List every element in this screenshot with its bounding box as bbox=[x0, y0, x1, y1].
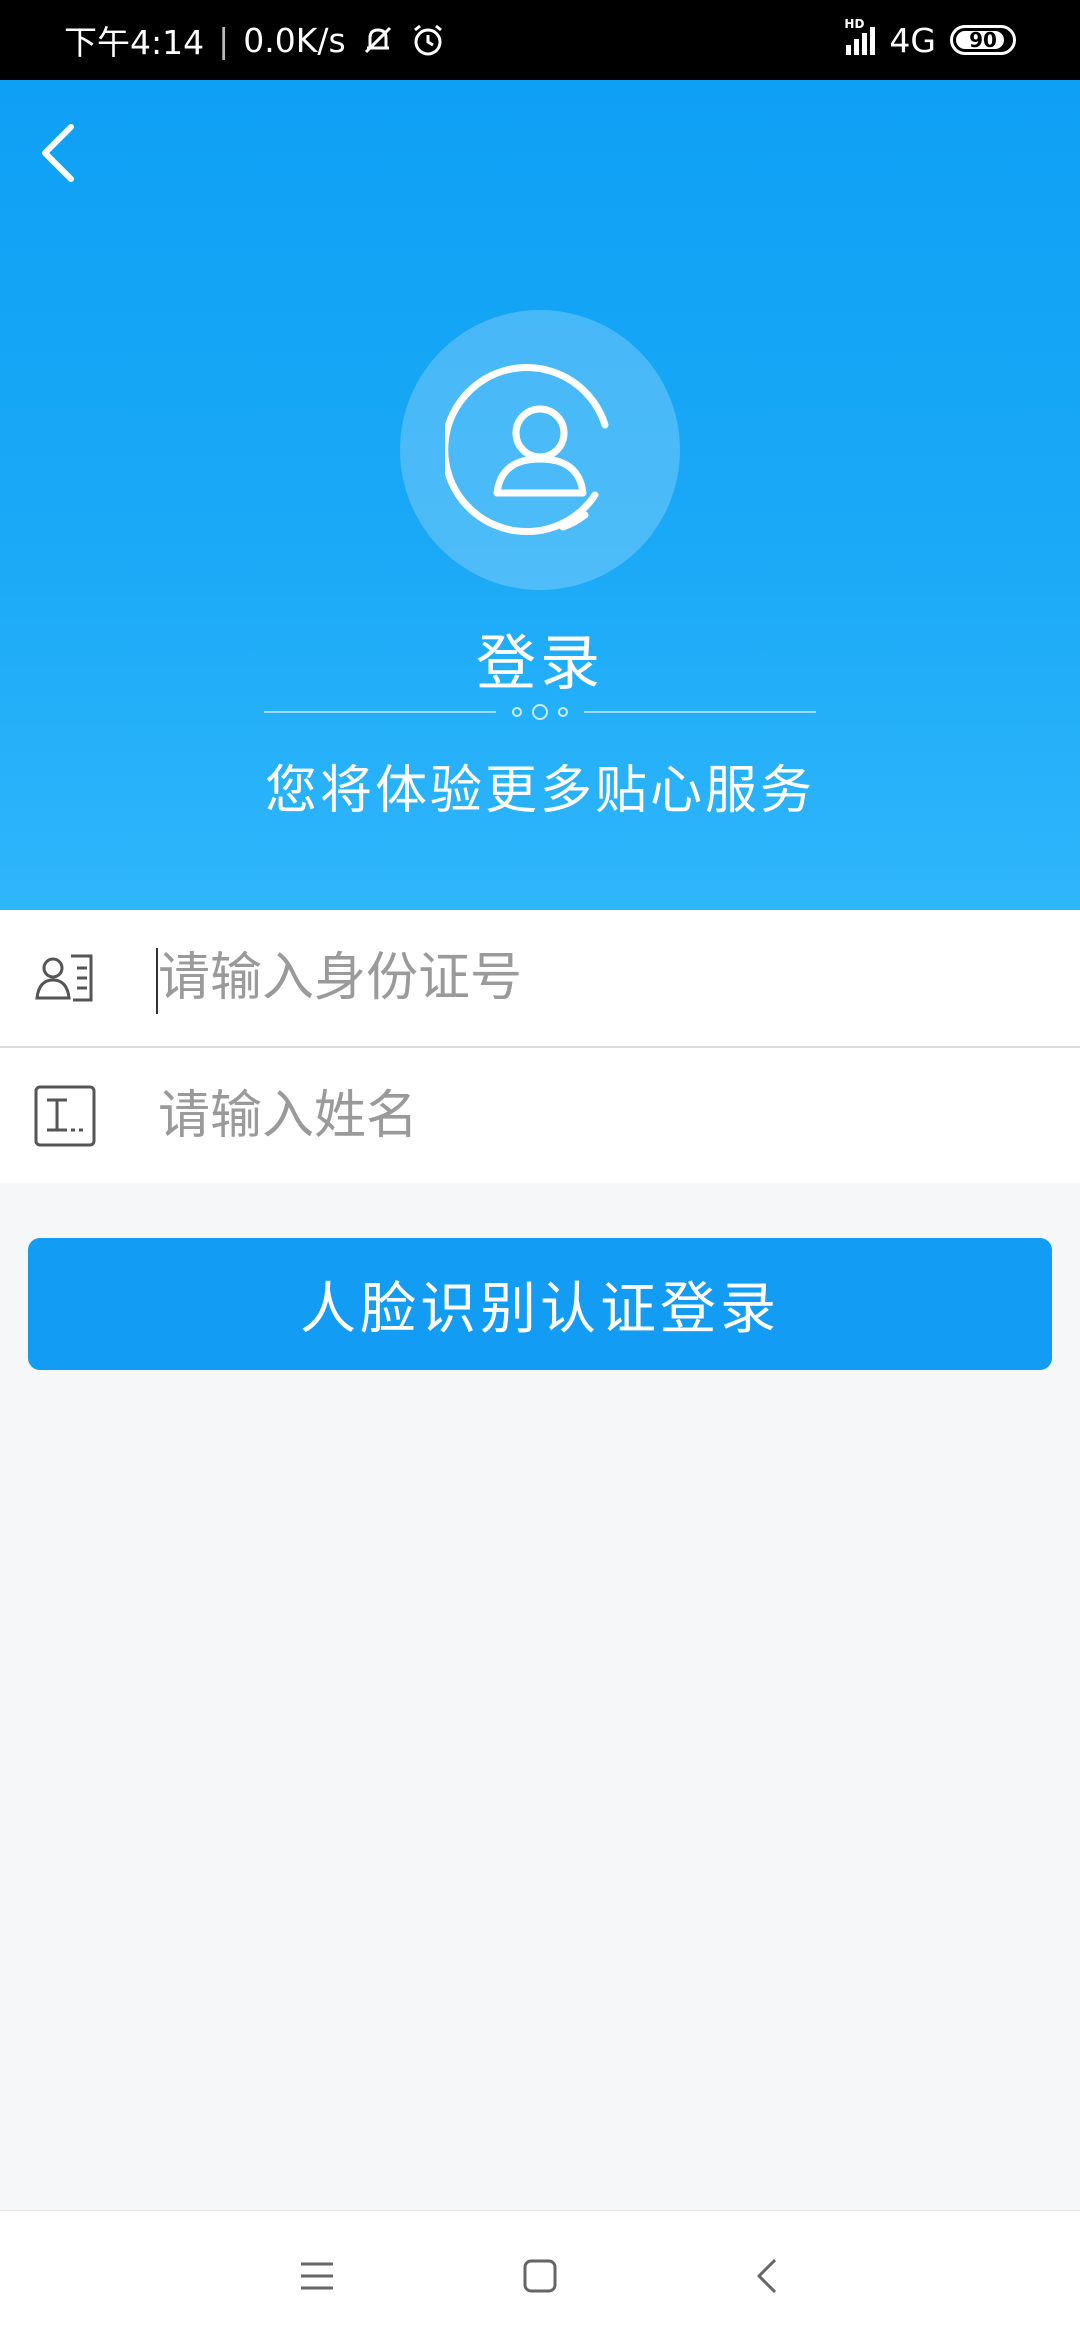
alarm-icon bbox=[410, 22, 446, 58]
status-bar-right: HD 4G 90 bbox=[844, 17, 1016, 60]
back-icon bbox=[757, 2258, 777, 2294]
face-recognition-login-button[interactable]: 人脸识别认证登录 bbox=[28, 1238, 1052, 1370]
battery-icon: 90 bbox=[950, 25, 1016, 55]
title-divider bbox=[264, 700, 816, 724]
battery-level: 90 bbox=[969, 28, 997, 52]
menu-button[interactable] bbox=[282, 2241, 352, 2311]
menu-icon bbox=[301, 2262, 333, 2290]
login-header: 登录 您将体验更多贴心服务 bbox=[0, 80, 1080, 910]
id-number-input[interactable] bbox=[158, 910, 1038, 1046]
page-title: 登录 bbox=[476, 629, 604, 699]
id-card-icon bbox=[32, 945, 98, 1011]
login-page: 下午4:14 | 0.0K/s HD 4G 90 登录 您将体验更多贴心服务 请… bbox=[0, 0, 1080, 2340]
name-card-icon bbox=[32, 1083, 98, 1149]
name-field bbox=[0, 1046, 1080, 1183]
system-back-button[interactable] bbox=[732, 2241, 802, 2311]
back-button[interactable] bbox=[22, 118, 92, 188]
network-speed: 0.0K/s bbox=[243, 20, 346, 60]
user-avatar-icon bbox=[445, 364, 609, 536]
status-separator: | bbox=[218, 20, 230, 60]
login-form bbox=[0, 910, 1080, 1183]
status-time: 下午4:14 bbox=[64, 23, 205, 62]
page-subtitle: 您将体验更多贴心服务 bbox=[264, 761, 815, 821]
text-cursor bbox=[156, 948, 158, 1014]
muted-bell-icon bbox=[360, 22, 396, 58]
back-arrow-icon bbox=[42, 124, 74, 182]
avatar bbox=[400, 310, 680, 590]
status-bar: 下午4:14 | 0.0K/s HD 4G 90 bbox=[0, 0, 1080, 80]
signal-icon: HD bbox=[844, 17, 876, 55]
system-nav-bar bbox=[0, 2210, 1080, 2340]
network-type: 4G bbox=[889, 20, 936, 60]
id-number-field bbox=[0, 910, 1080, 1046]
home-button[interactable] bbox=[505, 2241, 575, 2311]
home-icon bbox=[523, 2259, 557, 2293]
status-bar-left: 下午4:14 | 0.0K/s bbox=[64, 16, 446, 64]
name-input[interactable] bbox=[158, 1048, 1038, 1183]
